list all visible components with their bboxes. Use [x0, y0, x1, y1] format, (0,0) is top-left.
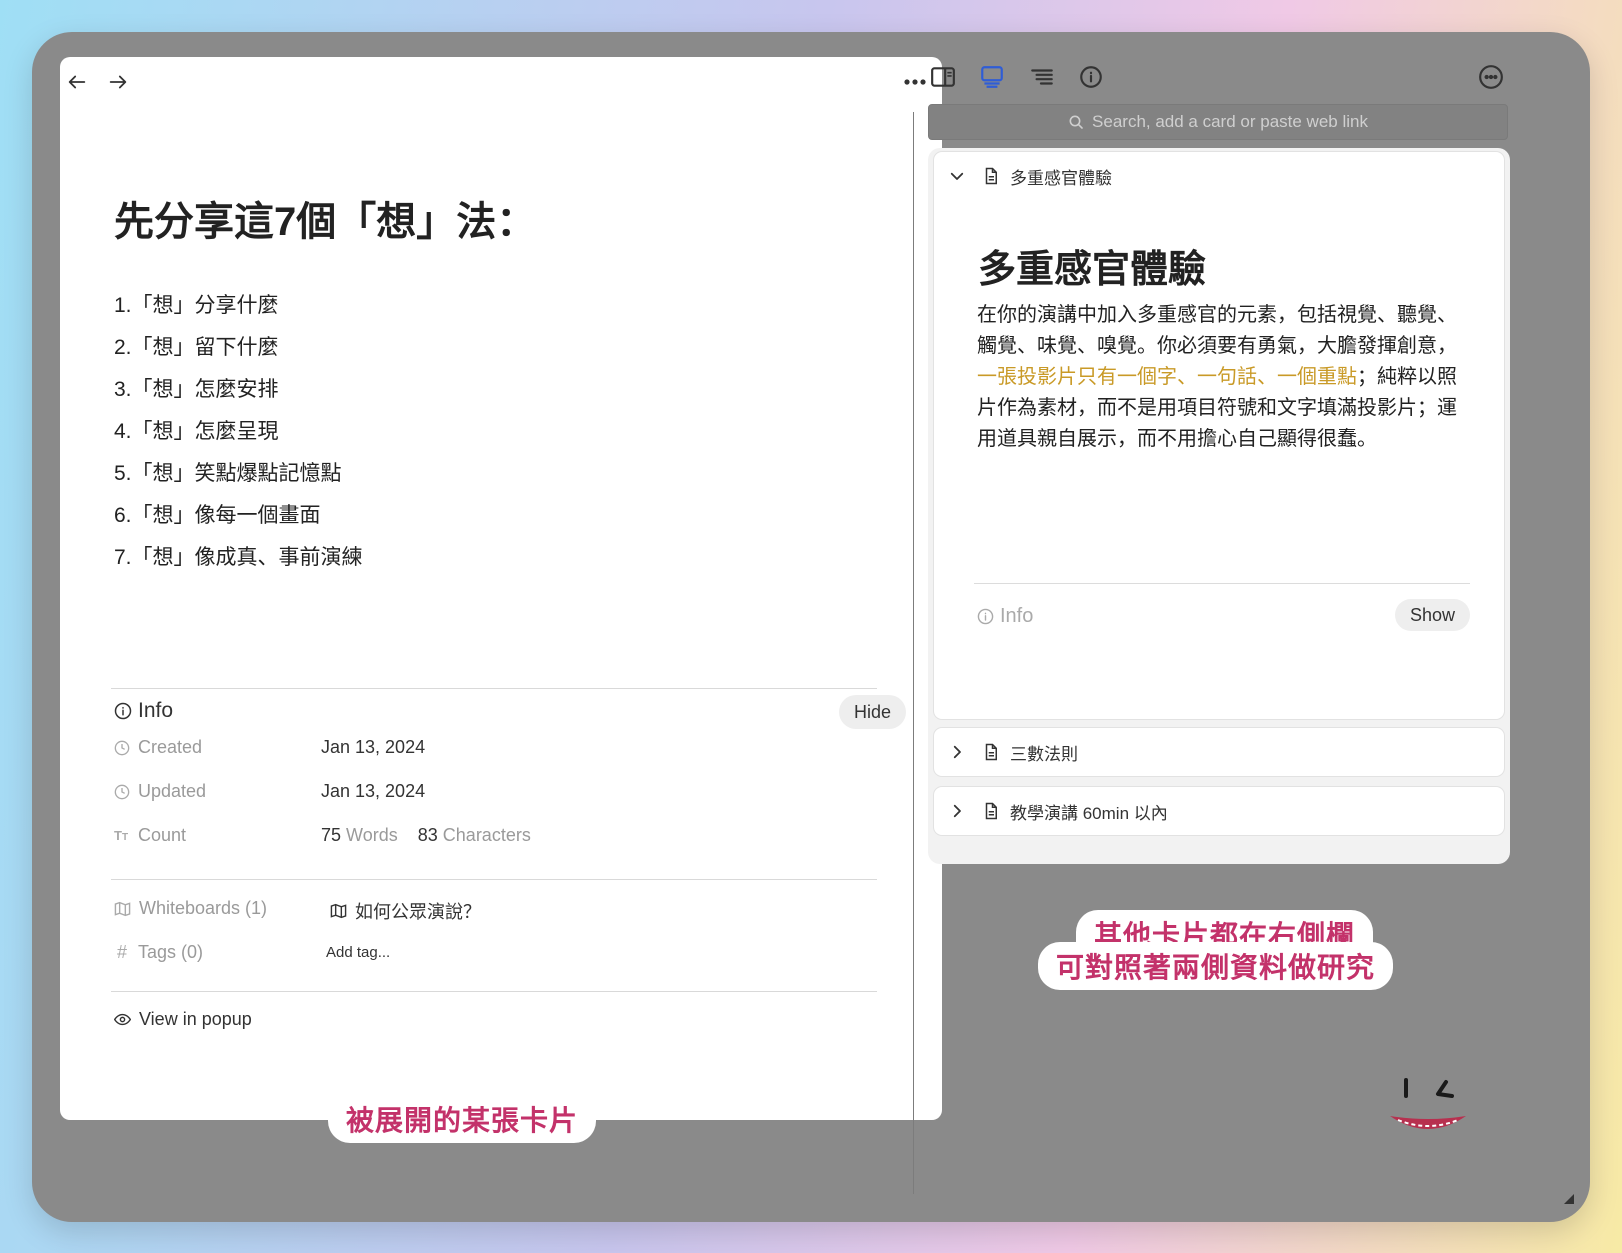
created-label: Created — [138, 737, 203, 757]
forward-button[interactable] — [103, 67, 133, 97]
whiteboard-icon — [330, 903, 347, 919]
add-tag-input[interactable]: Add tag... — [326, 944, 390, 961]
words-label: Words — [346, 825, 398, 845]
document-icon — [985, 743, 997, 761]
arrow-left-icon — [68, 75, 86, 89]
collapsed-card-title: 教學演講 60min 以內 — [1010, 803, 1168, 823]
right-caption-line2: 可對照著兩側資料做研究 — [1038, 942, 1394, 990]
eye-icon — [114, 1013, 131, 1026]
info-section-header: Info Hide — [114, 693, 906, 733]
app-window: 先分享這7個「想」法： 1.「想」分享什麼 2.「想」留下什麼 3.「想」怎麼安… — [32, 32, 1590, 1222]
sidebar-card-stack: 多重感官體驗 多重感官體驗 在你的演講中加入多重感官的元素，包括視覺、聽覺、觸覺… — [928, 148, 1510, 864]
view-in-popup-label: View in popup — [139, 1009, 252, 1029]
collapsed-sidebar-card[interactable]: 三數法則 — [934, 728, 1504, 776]
sidebar-layout-icon — [931, 67, 955, 87]
chevron-right-icon — [953, 745, 961, 759]
collapsed-card-header[interactable]: 三數法則 — [934, 728, 1504, 776]
whiteboard-icon — [114, 901, 131, 916]
cards-view-button[interactable] — [979, 64, 1009, 94]
sidebar-more-button[interactable] — [1478, 64, 1508, 94]
hash-icon: # — [116, 942, 127, 962]
list-item[interactable]: 2.「想」留下什麼 — [114, 327, 363, 369]
list-item[interactable]: 4.「想」怎麼呈現 — [114, 411, 363, 453]
outline-list-icon — [1031, 69, 1053, 85]
sidebar-search-input[interactable]: Search, add a card or paste web link — [928, 104, 1508, 140]
whiteboards-label: Whiteboards (1) — [139, 898, 268, 918]
back-button[interactable] — [62, 67, 92, 97]
chevron-down-icon — [950, 172, 964, 180]
main-card: 先分享這7個「想」法： 1.「想」分享什麼 2.「想」留下什麼 3.「想」怎麼安… — [60, 57, 942, 1120]
chevron-right-icon — [953, 804, 961, 818]
whiteboard-link[interactable]: 如何公眾演說？ — [330, 898, 481, 924]
card-more-button[interactable] — [898, 67, 932, 97]
expanded-sidebar-card: 多重感官體驗 多重感官體驗 在你的演講中加入多重感官的元素，包括視覺、聽覺、觸覺… — [934, 152, 1504, 719]
updated-value: Jan 13, 2024 — [321, 781, 426, 801]
expanded-card-info-heading: Info — [977, 605, 1033, 628]
outline-button[interactable] — [1029, 64, 1059, 94]
document-icon — [985, 167, 997, 185]
created-value: Jan 13, 2024 — [321, 737, 426, 757]
collapsed-sidebar-card[interactable]: 教學演講 60min 以內 — [934, 787, 1504, 835]
chars-label: Characters — [442, 825, 531, 845]
collapsed-card-title: 三數法則 — [1010, 744, 1078, 764]
collapsed-card-header[interactable]: 教學演講 60min 以內 — [934, 787, 1504, 835]
info-circle-icon — [1080, 66, 1102, 88]
divider — [974, 583, 1470, 584]
card-body-list[interactable]: 1.「想」分享什麼 2.「想」留下什麼 3.「想」怎麼安排 4.「想」怎麼呈現 … — [114, 285, 363, 579]
card-title[interactable]: 先分享這7個「想」法： — [114, 189, 536, 247]
divider — [111, 991, 877, 992]
body-highlight: 一張投影片只有一個字、一句話、一個重點 — [977, 366, 1357, 388]
whiteboard-name: 如何公眾演說？ — [355, 902, 481, 922]
info-label: Info — [1000, 605, 1034, 627]
cards-view-icon — [981, 66, 1003, 88]
divider — [111, 688, 877, 689]
sidebar-divider — [913, 112, 914, 1194]
info-label: Info — [138, 699, 174, 722]
clock-icon — [114, 740, 130, 755]
more-circle-icon — [1479, 65, 1503, 89]
document-icon — [985, 802, 997, 820]
resize-grip-icon[interactable] — [1564, 1194, 1574, 1204]
list-item[interactable]: 6.「想」像每一個畫面 — [114, 495, 363, 537]
text-size-icon: TT — [114, 828, 129, 843]
count-label: Count — [138, 825, 187, 845]
sidebar-layout-button[interactable] — [930, 64, 960, 94]
left-caption-bubble: 被展開的某張卡片 — [328, 1095, 597, 1143]
hide-info-button[interactable]: Hide — [838, 695, 906, 729]
updated-label: Updated — [138, 781, 207, 801]
list-item[interactable]: 1.「想」分享什麼 — [114, 285, 363, 327]
search-placeholder: Search, add a card or paste web link — [1092, 112, 1368, 131]
info-heading: Info — [114, 699, 173, 723]
search-icon — [1069, 115, 1083, 129]
expanded-card-header[interactable]: 多重感官體驗 — [934, 152, 1504, 200]
expanded-card-title[interactable]: 多重感官體驗 — [978, 238, 1206, 293]
more-horizontal-icon — [904, 79, 926, 85]
mascot-face-icon — [1390, 1078, 1466, 1129]
info-circle-icon — [114, 702, 132, 720]
count-value: 75 Words 83 Characters — [321, 825, 531, 846]
arrow-right-icon — [109, 75, 127, 89]
list-item[interactable]: 3.「想」怎麼安排 — [114, 369, 363, 411]
clock-icon — [114, 784, 130, 799]
show-info-button[interactable]: Show — [1395, 599, 1471, 631]
divider — [111, 879, 877, 880]
body-text: 在你的演講中加入多重感官的元素，包括視覺、聽覺、觸覺、味覺、嗅覺。你必須要有勇氣… — [977, 304, 1457, 357]
info-button[interactable] — [1078, 64, 1108, 94]
chars-count: 83 — [417, 825, 438, 845]
view-in-popup-button[interactable]: View in popup — [114, 1009, 252, 1030]
list-item[interactable]: 5.「想」笑點爆點記憶點 — [114, 453, 363, 495]
expanded-card-header-title: 多重感官體驗 — [1010, 168, 1112, 188]
info-circle-icon — [977, 608, 994, 625]
expanded-card-body[interactable]: 在你的演講中加入多重感官的元素，包括視覺、聽覺、觸覺、味覺、嗅覺。你必須要有勇氣… — [977, 300, 1457, 455]
tags-label: Tags (0) — [138, 942, 204, 962]
list-item[interactable]: 7.「想」像成真、事前演練 — [114, 537, 363, 579]
words-count: 75 — [321, 825, 342, 845]
